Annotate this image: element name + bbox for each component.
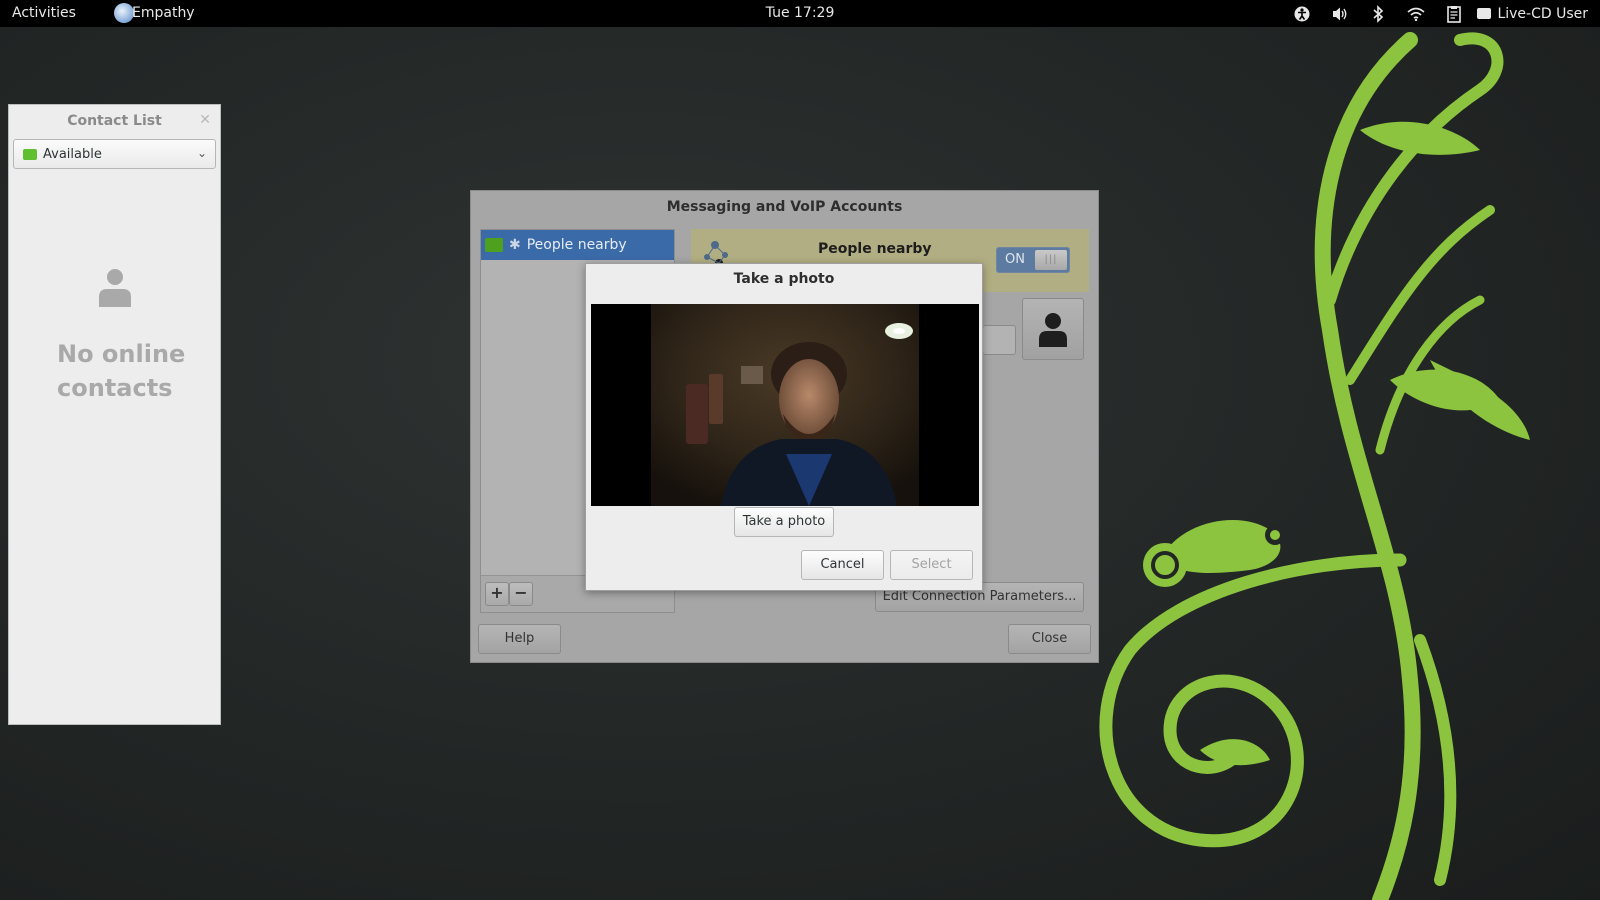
- top-bar: Activities Empathy Tue 17:29 Live-CD Use…: [0, 0, 1600, 27]
- add-account-button[interactable]: +: [485, 582, 509, 606]
- app-menu-label: Empathy: [132, 5, 195, 21]
- person-icon: [99, 269, 131, 307]
- dialog-title: Messaging and VoIP Accounts: [666, 199, 903, 215]
- select-button[interactable]: Select: [890, 550, 973, 580]
- contact-list-window: Contact List ✕ Available ⌄ No online con…: [8, 104, 221, 725]
- empathy-app-icon: [114, 3, 134, 23]
- clock[interactable]: Tue 17:29: [766, 5, 835, 21]
- user-menu[interactable]: Live-CD User: [1477, 6, 1588, 22]
- chat-bubble-icon: [485, 238, 503, 252]
- network-icon: ✱: [509, 237, 521, 253]
- account-field[interactable]: [983, 325, 1016, 355]
- webcam-preview: [591, 304, 979, 506]
- avatar-button[interactable]: [1022, 298, 1084, 360]
- bluetooth-icon[interactable]: [1359, 3, 1397, 24]
- close-button[interactable]: Close: [1008, 624, 1091, 654]
- status-selector[interactable]: Available ⌄: [13, 139, 216, 169]
- close-icon[interactable]: ✕: [199, 112, 211, 128]
- wifi-icon[interactable]: [1397, 3, 1435, 24]
- account-name: People nearby: [818, 241, 932, 257]
- avatar-icon: [1039, 313, 1067, 347]
- account-row-label: People nearby: [526, 237, 627, 253]
- empty-contacts-message: No online contacts: [57, 340, 186, 402]
- window-title: Contact List: [67, 113, 162, 129]
- chevron-down-icon: ⌄: [196, 146, 207, 160]
- account-enable-toggle[interactable]: ON |||: [996, 247, 1070, 273]
- webcam-image: [591, 304, 979, 506]
- toggle-knob: |||: [1035, 250, 1067, 270]
- remove-account-button[interactable]: −: [509, 582, 533, 606]
- help-button[interactable]: Help: [478, 624, 561, 654]
- chat-icon: [1477, 8, 1492, 19]
- clipboard-icon[interactable]: [1435, 3, 1473, 24]
- dialog-title: Take a photo: [733, 271, 835, 287]
- take-photo-button[interactable]: Take a photo: [734, 507, 834, 537]
- toggle-label: ON: [1005, 252, 1025, 267]
- status-label: Available: [43, 146, 102, 162]
- take-photo-dialog: Take a photo Take a photo Cancel Select: [585, 263, 983, 591]
- activities-button[interactable]: Activities: [12, 5, 76, 21]
- available-status-icon: [23, 148, 37, 160]
- accessibility-icon[interactable]: [1283, 3, 1321, 24]
- user-name: Live-CD User: [1497, 5, 1588, 22]
- cancel-button[interactable]: Cancel: [801, 550, 884, 580]
- system-tray: Live-CD User: [1283, 3, 1588, 24]
- account-row-people-nearby[interactable]: ✱ People nearby: [481, 230, 674, 260]
- volume-icon[interactable]: [1321, 3, 1359, 24]
- app-menu[interactable]: Empathy: [114, 3, 195, 23]
